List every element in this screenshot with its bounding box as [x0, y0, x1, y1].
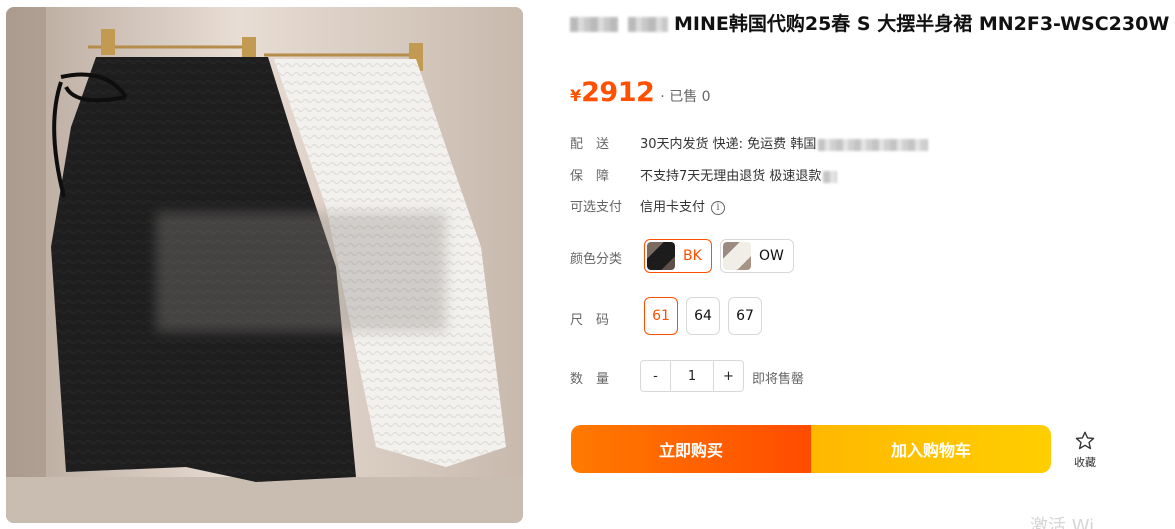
purchase-bar: 立即购买 加入购物车: [571, 425, 1051, 473]
color-label: 颜色分类: [570, 252, 623, 267]
quantity-stepper: - 1 +: [640, 360, 744, 392]
info-icon[interactable]: i: [711, 200, 726, 215]
guarantee-value: 不支持7天无理由退货 极速退款: [640, 165, 838, 184]
payment-value: 信用卡支付 i: [640, 196, 726, 215]
product-image[interactable]: [6, 7, 523, 523]
product-photo: [6, 7, 523, 523]
activation-watermark: 激活 Wi: [1030, 516, 1095, 529]
stock-note: 即将售罄: [752, 372, 805, 387]
size-label: 尺 码: [570, 313, 610, 328]
product-info: MINE韩国代购25春 S 大摆半身裙 MN2F3-WSC230W ¥ 2912…: [570, 0, 1170, 529]
buy-now-button[interactable]: 立即购买: [571, 425, 811, 473]
guarantee-text: 不支持7天无理由退货 极速退款: [640, 169, 822, 184]
add-to-cart-button[interactable]: 加入购物车: [811, 425, 1051, 473]
shipping-value: 30天内发货 快递: 免运费 韩国: [640, 133, 929, 152]
product-title: MINE韩国代购25春 S 大摆半身裙 MN2F3-WSC230W: [674, 13, 1170, 35]
size-option-61[interactable]: 61: [644, 297, 678, 335]
size-option-64[interactable]: 64: [686, 297, 720, 335]
price-row: ¥ 2912 · 已售 0: [570, 77, 711, 109]
color-option-bk[interactable]: BK: [644, 239, 712, 273]
shop-name-blurred: [570, 17, 618, 32]
favorite-label: 收藏: [1074, 456, 1096, 469]
size-option-67[interactable]: 67: [728, 297, 762, 335]
price-currency: ¥: [570, 86, 582, 105]
shop-tag-blurred: [628, 17, 668, 32]
sold-count: · 已售 0: [660, 89, 711, 105]
product-title-row: MINE韩国代购25春 S 大摆半身裙 MN2F3-WSC230W: [570, 10, 1170, 39]
payment-label: 可选支付: [570, 200, 623, 215]
shipping-origin-blurred: [818, 138, 929, 151]
guarantee-blurred: [823, 170, 838, 183]
color-option-label: OW: [759, 248, 784, 264]
shipping-text: 30天内发货 快递: 免运费 韩国: [640, 137, 817, 152]
increase-button[interactable]: +: [713, 361, 743, 391]
color-option-ow[interactable]: OW: [720, 239, 794, 273]
decrease-button[interactable]: -: [641, 361, 671, 391]
price-value: 2912: [581, 77, 655, 108]
quantity-label: 数 量: [570, 372, 610, 387]
guarantee-label: 保 障: [570, 169, 610, 184]
payment-method: 信用卡支付: [640, 200, 706, 215]
favorite-button[interactable]: 收藏: [1068, 430, 1102, 474]
quantity-input[interactable]: 1: [671, 361, 713, 391]
color-thumb-ow: [723, 242, 751, 270]
color-option-label: BK: [683, 248, 702, 264]
star-icon: [1075, 431, 1095, 450]
color-thumb-bk: [647, 242, 675, 270]
shipping-label: 配 送: [570, 137, 610, 152]
